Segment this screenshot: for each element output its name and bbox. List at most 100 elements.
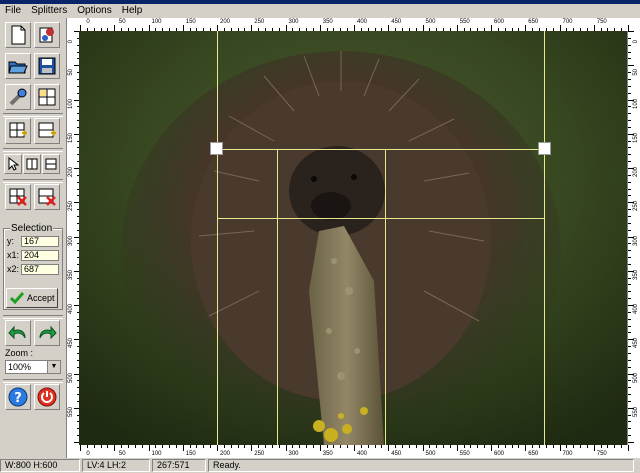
ruler-tick: [628, 359, 631, 361]
ruler-label: 550: [633, 406, 639, 417]
ruler-label: 450: [68, 338, 74, 349]
splitter-vertical[interactable]: [385, 149, 386, 445]
ruler-label: 750: [596, 19, 607, 25]
ruler-tick: [141, 445, 143, 448]
selection-x1-field[interactable]: 204: [21, 249, 59, 261]
add-vertical-splitter-button[interactable]: [5, 118, 31, 144]
ruler-tick: [628, 445, 629, 451]
grid-icon: [38, 88, 56, 106]
accept-button[interactable]: Accept: [6, 288, 58, 308]
svg-text:?: ?: [14, 391, 22, 406]
splitter-horizontal[interactable]: [217, 218, 545, 219]
help-button[interactable]: ?: [5, 384, 31, 410]
ruler-tick: [586, 445, 588, 448]
ruler-tick: [628, 174, 631, 176]
ruler-label: 0: [86, 19, 90, 25]
ruler-tick: [628, 51, 631, 53]
ruler-label: 300: [288, 19, 299, 25]
toolbar-separator: [3, 315, 63, 319]
ruler-label: 750: [596, 451, 607, 457]
ruler-label: 250: [254, 451, 265, 457]
selection-y-field[interactable]: 167: [21, 235, 59, 247]
ruler-tick: [628, 366, 631, 368]
vertical-split-tool-button[interactable]: [23, 154, 41, 174]
ruler-tick: [628, 222, 631, 224]
ruler-tick: [148, 445, 150, 451]
ruler-tick: [264, 445, 266, 448]
open-button[interactable]: [5, 53, 31, 79]
splitter-handle[interactable]: [538, 142, 551, 155]
ruler-tick: [628, 380, 631, 382]
splitter-vertical[interactable]: [217, 31, 218, 445]
select-tool-button[interactable]: [4, 154, 22, 174]
ruler-label: 150: [185, 19, 196, 25]
ruler-label: 600: [493, 451, 505, 457]
arrow-pointer-icon: [8, 157, 19, 171]
exit-button[interactable]: [34, 384, 60, 410]
ruler-label: 0: [68, 39, 74, 44]
splitter-handle[interactable]: [210, 142, 223, 155]
ruler-label: 150: [633, 132, 639, 143]
ruler-label: 400: [68, 303, 74, 314]
ruler-tick: [628, 106, 631, 108]
zoom-select[interactable]: 100% ▼: [5, 360, 61, 374]
ruler-label: 250: [633, 201, 639, 212]
properties-button[interactable]: [5, 84, 31, 110]
ruler-tick: [306, 445, 308, 448]
ruler-label: 650: [528, 451, 539, 457]
splitter-horizontal[interactable]: [217, 149, 545, 150]
ruler-tick: [628, 188, 631, 190]
delete-splitter-icon: [9, 188, 27, 206]
ruler-tick: [463, 445, 465, 448]
new-button[interactable]: [5, 22, 31, 48]
ruler-tick: [628, 346, 631, 348]
splitter-vertical[interactable]: [544, 31, 545, 445]
ruler-tick: [127, 445, 129, 448]
ruler-tick: [628, 31, 634, 32]
add-horizontal-splitter-button[interactable]: [34, 118, 60, 144]
ruler-tick: [545, 445, 547, 448]
ruler-label: 0: [86, 451, 90, 457]
ruler-label: 550: [459, 451, 470, 457]
redo-button[interactable]: [34, 320, 60, 346]
ruler-tick: [628, 140, 631, 142]
menu-splitters[interactable]: Splitters: [26, 4, 72, 18]
undo-button[interactable]: [5, 320, 31, 346]
splitter-vertical[interactable]: [277, 149, 278, 445]
delete-all-splitters-button[interactable]: [34, 184, 60, 210]
open-image-button[interactable]: [34, 22, 60, 48]
ruler-tick: [169, 445, 171, 448]
ruler-tick: [628, 291, 631, 293]
ruler-tick: [210, 445, 212, 448]
ruler-label: 600: [493, 19, 505, 25]
ruler-tick: [347, 445, 349, 448]
ruler-tick: [230, 445, 232, 448]
ruler-tick: [525, 445, 527, 451]
image-canvas[interactable]: [79, 31, 627, 445]
chevron-down-icon[interactable]: ▼: [47, 361, 60, 373]
menu-options[interactable]: Options: [72, 4, 116, 18]
menu-help[interactable]: Help: [117, 4, 148, 18]
ruler-tick: [162, 445, 164, 448]
toolbar-separator: [3, 379, 63, 383]
accept-button-label: Accept: [27, 293, 55, 303]
ruler-tick: [628, 195, 631, 197]
selection-x2-label: x2:: [7, 264, 20, 274]
menu-file[interactable]: File: [0, 4, 26, 18]
save-button[interactable]: [34, 53, 60, 79]
grid-button[interactable]: [34, 84, 60, 110]
horizontal-split-tool-button[interactable]: [42, 154, 60, 174]
ruler-tick: [628, 257, 631, 259]
horizontal-split-icon: [45, 158, 57, 170]
ruler-tick: [395, 445, 397, 448]
selection-x2-field[interactable]: 687: [21, 263, 59, 275]
ruler-tick: [182, 445, 184, 451]
selection-x1-label: x1:: [7, 250, 20, 260]
floppy-disk-icon: [38, 57, 56, 75]
delete-splitter-button[interactable]: [5, 184, 31, 210]
add-splitter-icon: [9, 122, 27, 138]
new-file-icon: [11, 25, 26, 45]
toolbar-separator: [3, 179, 63, 183]
ruler-tick: [628, 442, 634, 443]
ruler-tick: [628, 58, 631, 60]
